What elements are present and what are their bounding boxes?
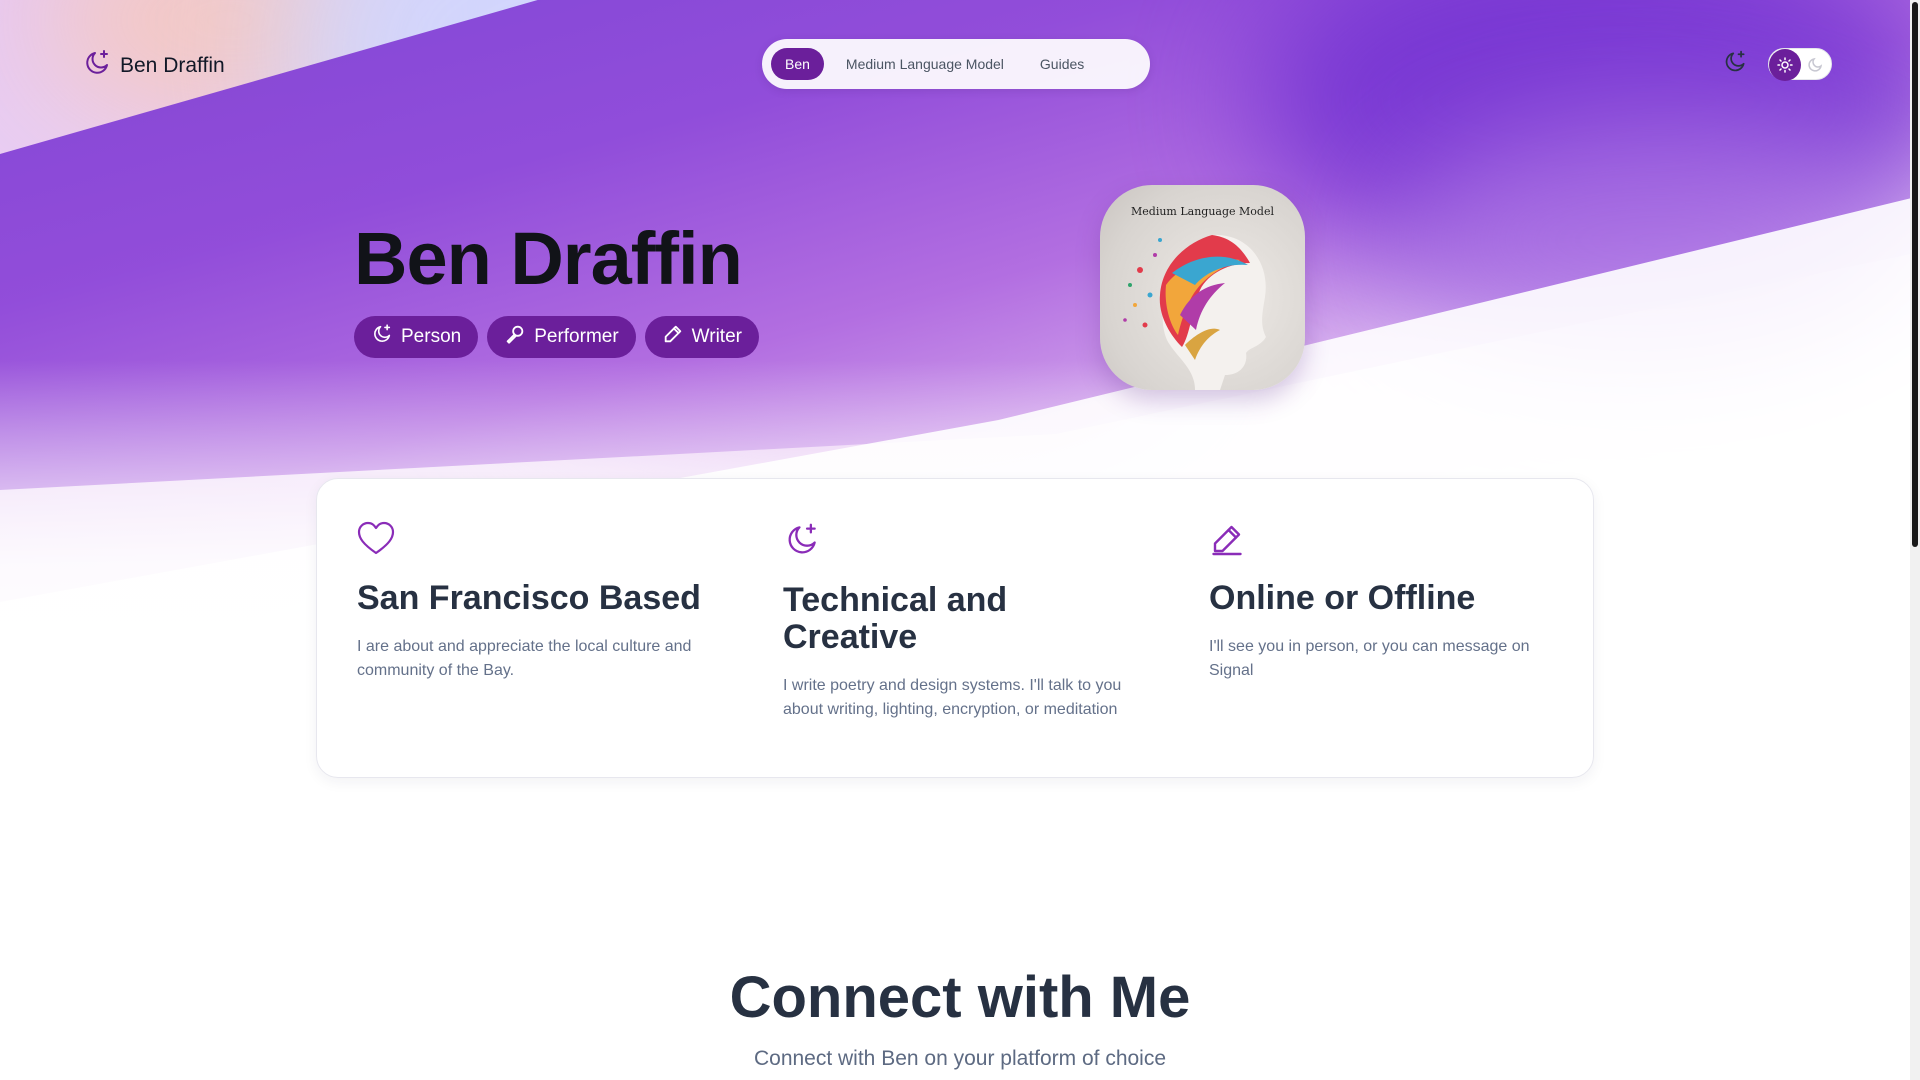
site-header: Ben Draffin Ben Medium Language Model Gu… xyxy=(0,0,1920,130)
feature-title: Technical and Creative xyxy=(783,581,1008,656)
feature-technical-creative: Technical and Creative I write poetry an… xyxy=(783,521,1133,722)
pencil-icon xyxy=(662,323,684,351)
role-tags: Person Performer Writer xyxy=(354,316,759,358)
brand-name: Ben Draffin xyxy=(120,53,225,77)
nav-item-guides[interactable]: Guides xyxy=(1026,48,1098,80)
page-scrollbar[interactable] xyxy=(1910,0,1920,1080)
moon-icon xyxy=(1807,57,1823,78)
main-nav: Ben Medium Language Model Guides xyxy=(762,39,1150,89)
moon-stars-icon xyxy=(371,323,393,351)
moon-stars-icon[interactable] xyxy=(1722,49,1748,80)
features-card: San Francisco Based I are about and appr… xyxy=(316,478,1594,778)
moon-stars-icon xyxy=(783,523,821,563)
feature-text: I are about and appreciate the local cul… xyxy=(357,638,692,679)
tag-label: Person xyxy=(401,326,462,347)
tag-label: Performer xyxy=(534,326,619,347)
tag-writer[interactable]: Writer xyxy=(644,316,759,358)
sun-icon xyxy=(1769,49,1801,81)
tag-label: Writer xyxy=(691,326,742,347)
tag-person[interactable]: Person xyxy=(354,316,479,358)
nav-item-ben[interactable]: Ben xyxy=(771,48,824,80)
medium-language-model-logo[interactable]: Medium Language Model xyxy=(1100,185,1305,390)
tag-performer[interactable]: Performer xyxy=(487,316,636,358)
brand-link[interactable]: Ben Draffin xyxy=(82,48,225,83)
feature-text: I write poetry and design systems. I'll … xyxy=(783,677,1122,718)
microphone-icon xyxy=(504,323,526,351)
page-title: Ben Draffin xyxy=(354,217,743,300)
feature-title: Online or Offline xyxy=(1209,579,1476,617)
feature-text: I'll see you in person, or you can messa… xyxy=(1209,638,1530,679)
moon-stars-icon xyxy=(82,48,112,83)
heart-icon xyxy=(357,521,395,561)
feature-online-offline: Online or Offline I'll see you in person… xyxy=(1209,521,1559,683)
feature-san-francisco: San Francisco Based I are about and appr… xyxy=(357,521,707,683)
nav-item-medium-language-model[interactable]: Medium Language Model xyxy=(832,48,1018,80)
connect-section: Connect with Me Connect with Ben on your… xyxy=(0,964,1920,1071)
feature-title: San Francisco Based xyxy=(357,579,701,617)
logo-title: Medium Language Model xyxy=(1131,205,1274,218)
connect-subtitle: Connect with Ben on your platform of cho… xyxy=(753,1047,1167,1070)
connect-title: Connect with Me xyxy=(729,965,1191,1030)
pencil-icon xyxy=(1209,525,1245,561)
hero-section: Ben Draffin Person Performer Writer xyxy=(354,214,759,358)
scrollbar-thumb[interactable] xyxy=(1912,2,1918,547)
theme-toggle[interactable] xyxy=(1768,48,1832,81)
